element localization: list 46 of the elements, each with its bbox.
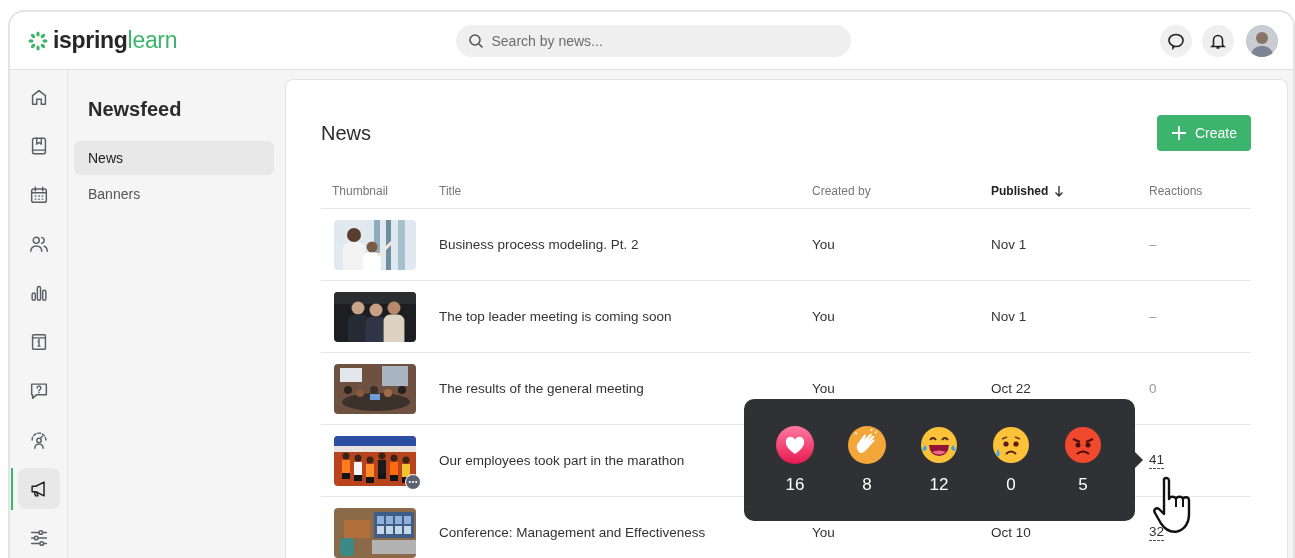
logo-icon [28, 30, 48, 51]
reactions-count: – [1149, 237, 1157, 252]
reaction-count: 12 [929, 475, 949, 495]
date-text: Nov 1 [991, 237, 1027, 252]
author-text: You [812, 309, 835, 324]
column-header[interactable]: Reactions [1149, 184, 1203, 198]
logo-text: ispringlearn [53, 27, 178, 54]
news-title[interactable]: The results of the general meeting [439, 381, 644, 396]
laughing-face-icon [919, 425, 959, 465]
sidebar-item[interactable]: News [74, 141, 274, 175]
section-title: Newsfeed [88, 97, 183, 122]
reaction-count: 8 [862, 475, 872, 495]
news-title[interactable]: Business process modeling. Pt. 2 [439, 237, 639, 252]
chat-button[interactable] [1160, 24, 1192, 57]
reaction-count: 16 [785, 475, 805, 495]
date-text: Oct 10 [991, 525, 1031, 540]
sidebar-item[interactable]: Banners [74, 177, 274, 211]
news-title[interactable]: The top leader meeting is coming soon [439, 309, 672, 324]
column-header[interactable]: Created by [812, 184, 871, 198]
more-icon[interactable] [405, 473, 421, 490]
reactions-count: 0 [1149, 381, 1157, 396]
chat-icon [1167, 31, 1185, 50]
notifications-button[interactable] [1202, 24, 1234, 57]
author-text: You [812, 525, 835, 540]
author-text: You [812, 237, 835, 252]
reaction-count: 5 [1078, 475, 1088, 495]
search-icon [467, 32, 484, 49]
sad-face-icon [991, 425, 1031, 465]
angry-face-icon [1063, 425, 1103, 465]
plus-icon [1170, 125, 1187, 141]
news-title[interactable]: Our employees took part in the marathon [439, 453, 685, 468]
reaction-count: 0 [1006, 475, 1016, 495]
sort-arrow-icon [1054, 185, 1065, 197]
search-field[interactable]: Search by news... [455, 24, 851, 57]
date-text: Nov 1 [991, 309, 1027, 324]
reactions-count[interactable]: 41 [1149, 452, 1165, 469]
date-text: Oct 22 [991, 381, 1031, 396]
column-header[interactable]: Title [439, 184, 462, 198]
author-text: You [812, 381, 835, 396]
reactions-count: – [1149, 309, 1157, 324]
clapping-hands-icon [847, 425, 887, 465]
avatar[interactable] [1246, 24, 1278, 57]
column-header[interactable]: Published [991, 184, 1065, 198]
news-title[interactable]: Conference: Management and Effectiveness [439, 525, 706, 540]
page-title: News [321, 121, 371, 145]
column-header[interactable]: Thumbnail [332, 184, 389, 198]
